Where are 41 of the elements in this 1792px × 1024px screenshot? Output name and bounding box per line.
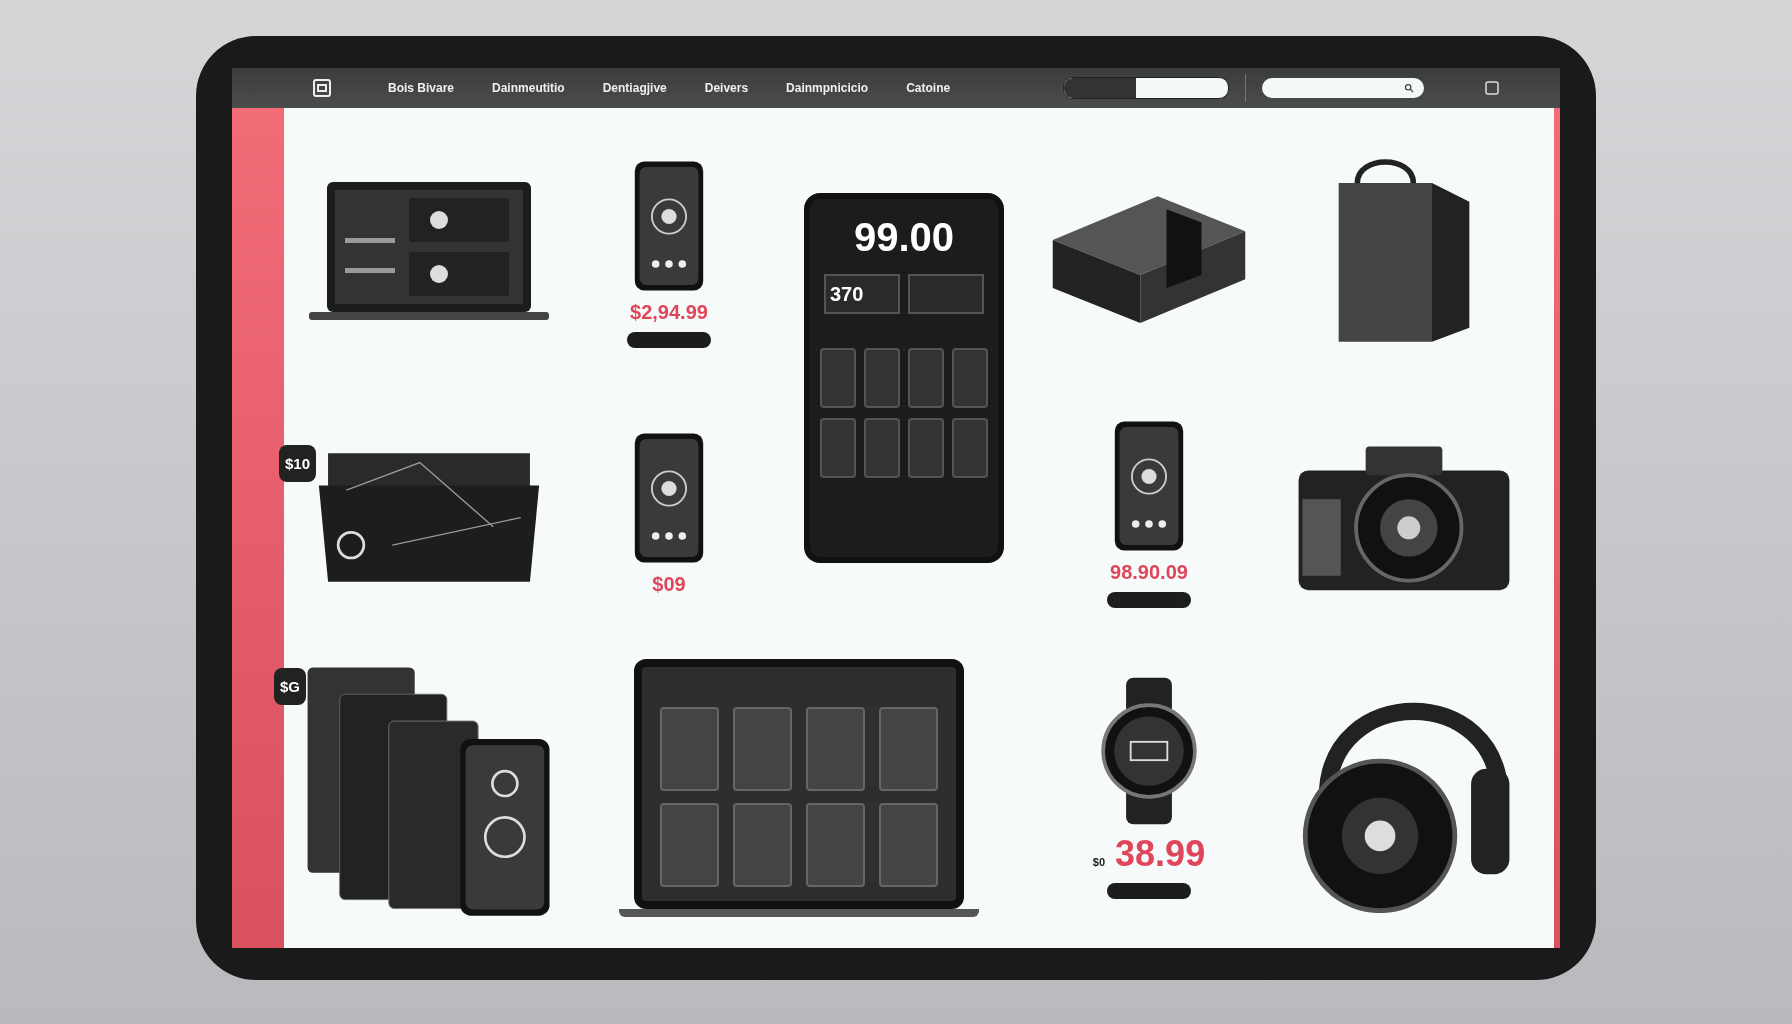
toggle-field[interactable] xyxy=(1063,77,1229,99)
buy-button[interactable] xyxy=(1107,883,1191,899)
price-text: 99.00 xyxy=(853,215,955,260)
buy-button[interactable] xyxy=(627,331,711,348)
product-tile[interactable] xyxy=(952,348,988,408)
buy-button[interactable] xyxy=(1107,591,1191,608)
product-tile[interactable] xyxy=(908,274,984,314)
product-tile[interactable] xyxy=(908,348,944,408)
product-tile[interactable]: 370 xyxy=(824,274,900,314)
product-tile[interactable] xyxy=(806,707,865,791)
product-tile[interactable] xyxy=(864,418,900,478)
nav-link[interactable]: Deivers xyxy=(704,81,749,95)
nav-link[interactable]: Dainmeutitio xyxy=(492,81,565,95)
currency-text: $0 xyxy=(1092,856,1106,868)
product-tile[interactable] xyxy=(733,707,792,791)
price-badge: $G xyxy=(274,668,306,705)
product-tile[interactable] xyxy=(879,707,938,791)
search-field[interactable] xyxy=(1262,78,1424,98)
product-tile[interactable] xyxy=(820,348,856,408)
product-tile[interactable] xyxy=(952,418,988,478)
price-text: 38.99 xyxy=(1115,833,1206,875)
price-text: $2,94.99 xyxy=(630,300,708,324)
price-text: 98.90.09 xyxy=(1110,560,1188,584)
price-badge: $10 xyxy=(279,445,317,482)
price-text: $09 xyxy=(652,572,686,596)
product-tile[interactable] xyxy=(879,803,938,887)
product-tile[interactable] xyxy=(733,803,792,887)
product-tile[interactable] xyxy=(660,707,719,791)
product-tile[interactable] xyxy=(660,803,719,887)
nav-link[interactable]: Dainmpnicicio xyxy=(786,81,869,95)
logo-icon[interactable] xyxy=(312,78,332,98)
product-tile[interactable] xyxy=(820,418,856,478)
nav-link[interactable]: Bois Bivare xyxy=(388,81,455,95)
nav-link[interactable]: Catoine xyxy=(906,81,951,95)
tile-text: 370 xyxy=(830,282,864,306)
product-tile[interactable] xyxy=(806,803,865,887)
product-tile[interactable] xyxy=(864,348,900,408)
search-icon xyxy=(1404,83,1414,93)
product-tile[interactable] xyxy=(908,418,944,478)
square-icon[interactable] xyxy=(1484,80,1500,96)
nav-link[interactable]: Dentiagjive xyxy=(602,81,667,95)
